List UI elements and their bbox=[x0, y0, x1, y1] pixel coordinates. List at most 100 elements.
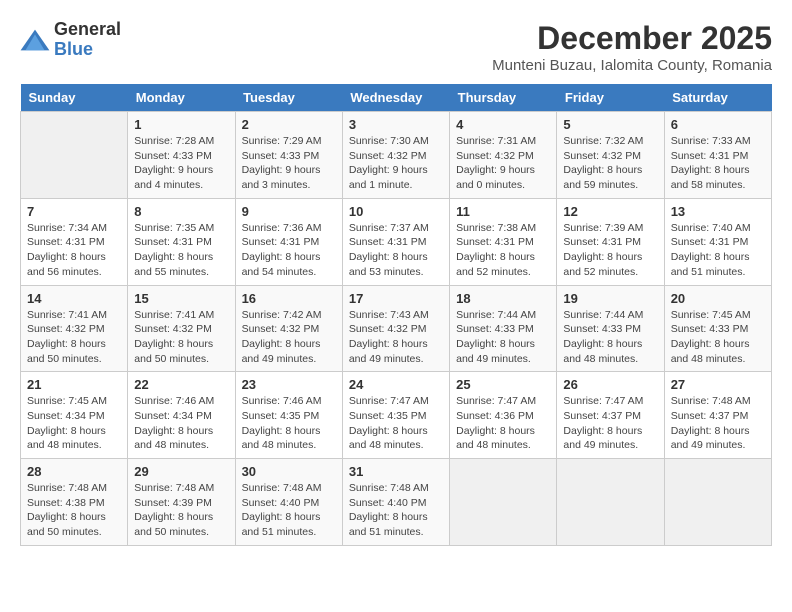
day-number: 3 bbox=[349, 117, 443, 132]
calendar-cell: 8 Sunrise: 7:35 AM Sunset: 4:31 PM Daylig… bbox=[128, 198, 235, 285]
header-sunday: Sunday bbox=[21, 84, 128, 112]
calendar-cell: 1Sunrise: 7:28 AM Sunset: 4:33 PM Daylig… bbox=[128, 112, 235, 199]
day-number: 4 bbox=[456, 117, 550, 132]
calendar-cell: 24 Sunrise: 7:47 AM Sunset: 4:35 PM Dayli… bbox=[342, 372, 449, 459]
header-monday: Monday bbox=[128, 84, 235, 112]
month-year-title: December 2025 bbox=[492, 20, 772, 57]
day-info: Sunrise: 7:47 AM Sunset: 4:35 PM Dayligh… bbox=[349, 394, 443, 453]
day-number: 16 bbox=[242, 291, 336, 306]
calendar-cell: 5Sunrise: 7:32 AM Sunset: 4:32 PM Daylig… bbox=[557, 112, 664, 199]
calendar-cell: 15 Sunrise: 7:41 AM Sunset: 4:32 PM Dayli… bbox=[128, 285, 235, 372]
calendar-cell: 11Sunrise: 7:38 AM Sunset: 4:31 PM Dayli… bbox=[450, 198, 557, 285]
week-row-1: 7 Sunrise: 7:34 AM Sunset: 4:31 PM Daylig… bbox=[21, 198, 772, 285]
day-number: 28 bbox=[27, 464, 121, 479]
day-number: 9 bbox=[242, 204, 336, 219]
calendar-cell: 12 Sunrise: 7:39 AM Sunset: 4:31 PM Dayli… bbox=[557, 198, 664, 285]
logo-text-blue: Blue bbox=[54, 40, 121, 60]
day-info: Sunrise: 7:45 AM Sunset: 4:33 PM Dayligh… bbox=[671, 308, 765, 367]
calendar-header-row: SundayMondayTuesdayWednesdayThursdayFrid… bbox=[21, 84, 772, 112]
day-info: Sunrise: 7:35 AM Sunset: 4:31 PM Dayligh… bbox=[134, 221, 228, 280]
calendar-cell: 16 Sunrise: 7:42 AM Sunset: 4:32 PM Dayli… bbox=[235, 285, 342, 372]
header-thursday: Thursday bbox=[450, 84, 557, 112]
day-number: 26 bbox=[563, 377, 657, 392]
calendar-cell bbox=[21, 112, 128, 199]
calendar-cell: 9Sunrise: 7:36 AM Sunset: 4:31 PM Daylig… bbox=[235, 198, 342, 285]
calendar-cell bbox=[450, 459, 557, 546]
day-number: 15 bbox=[134, 291, 228, 306]
calendar-cell: 13 Sunrise: 7:40 AM Sunset: 4:31 PM Dayli… bbox=[664, 198, 771, 285]
week-row-3: 21 Sunrise: 7:45 AM Sunset: 4:34 PM Dayli… bbox=[21, 372, 772, 459]
calendar-cell: 23Sunrise: 7:46 AM Sunset: 4:35 PM Dayli… bbox=[235, 372, 342, 459]
day-number: 19 bbox=[563, 291, 657, 306]
day-info: Sunrise: 7:37 AM Sunset: 4:31 PM Dayligh… bbox=[349, 221, 443, 280]
day-number: 14 bbox=[27, 291, 121, 306]
calendar-cell bbox=[557, 459, 664, 546]
day-number: 8 bbox=[134, 204, 228, 219]
day-number: 31 bbox=[349, 464, 443, 479]
logo-icon bbox=[20, 28, 50, 52]
day-number: 24 bbox=[349, 377, 443, 392]
calendar-cell: 14Sunrise: 7:41 AM Sunset: 4:32 PM Dayli… bbox=[21, 285, 128, 372]
day-number: 27 bbox=[671, 377, 765, 392]
day-info: Sunrise: 7:48 AM Sunset: 4:38 PM Dayligh… bbox=[27, 481, 121, 540]
day-number: 7 bbox=[27, 204, 121, 219]
calendar-cell: 20 Sunrise: 7:45 AM Sunset: 4:33 PM Dayli… bbox=[664, 285, 771, 372]
calendar-cell: 27 Sunrise: 7:48 AM Sunset: 4:37 PM Dayli… bbox=[664, 372, 771, 459]
calendar-cell: 25Sunrise: 7:47 AM Sunset: 4:36 PM Dayli… bbox=[450, 372, 557, 459]
day-info: Sunrise: 7:38 AM Sunset: 4:31 PM Dayligh… bbox=[456, 221, 550, 280]
calendar-table: SundayMondayTuesdayWednesdayThursdayFrid… bbox=[20, 84, 772, 546]
header-saturday: Saturday bbox=[664, 84, 771, 112]
logo: General Blue bbox=[20, 20, 121, 60]
calendar-cell bbox=[664, 459, 771, 546]
day-info: Sunrise: 7:42 AM Sunset: 4:32 PM Dayligh… bbox=[242, 308, 336, 367]
day-info: Sunrise: 7:48 AM Sunset: 4:39 PM Dayligh… bbox=[134, 481, 228, 540]
day-info: Sunrise: 7:48 AM Sunset: 4:40 PM Dayligh… bbox=[242, 481, 336, 540]
day-number: 12 bbox=[563, 204, 657, 219]
calendar-cell: 3 Sunrise: 7:30 AM Sunset: 4:32 PM Daylig… bbox=[342, 112, 449, 199]
day-info: Sunrise: 7:48 AM Sunset: 4:37 PM Dayligh… bbox=[671, 394, 765, 453]
header-tuesday: Tuesday bbox=[235, 84, 342, 112]
day-number: 17 bbox=[349, 291, 443, 306]
calendar-cell: 10 Sunrise: 7:37 AM Sunset: 4:31 PM Dayli… bbox=[342, 198, 449, 285]
day-number: 13 bbox=[671, 204, 765, 219]
calendar-cell: 22 Sunrise: 7:46 AM Sunset: 4:34 PM Dayli… bbox=[128, 372, 235, 459]
day-info: Sunrise: 7:47 AM Sunset: 4:37 PM Dayligh… bbox=[563, 394, 657, 453]
day-info: Sunrise: 7:47 AM Sunset: 4:36 PM Dayligh… bbox=[456, 394, 550, 453]
day-info: Sunrise: 7:44 AM Sunset: 4:33 PM Dayligh… bbox=[456, 308, 550, 367]
day-info: Sunrise: 7:34 AM Sunset: 4:31 PM Dayligh… bbox=[27, 221, 121, 280]
day-info: Sunrise: 7:43 AM Sunset: 4:32 PM Dayligh… bbox=[349, 308, 443, 367]
calendar-cell: 19 Sunrise: 7:44 AM Sunset: 4:33 PM Dayli… bbox=[557, 285, 664, 372]
calendar-cell: 4Sunrise: 7:31 AM Sunset: 4:32 PM Daylig… bbox=[450, 112, 557, 199]
calendar-cell: 21 Sunrise: 7:45 AM Sunset: 4:34 PM Dayli… bbox=[21, 372, 128, 459]
day-number: 30 bbox=[242, 464, 336, 479]
day-number: 6 bbox=[671, 117, 765, 132]
calendar-cell: 28 Sunrise: 7:48 AM Sunset: 4:38 PM Dayli… bbox=[21, 459, 128, 546]
calendar-cell: 6 Sunrise: 7:33 AM Sunset: 4:31 PM Daylig… bbox=[664, 112, 771, 199]
header-friday: Friday bbox=[557, 84, 664, 112]
calendar-cell: 29 Sunrise: 7:48 AM Sunset: 4:39 PM Dayli… bbox=[128, 459, 235, 546]
day-number: 29 bbox=[134, 464, 228, 479]
title-section: December 2025 Munteni Buzau, Ialomita Co… bbox=[492, 20, 772, 74]
day-info: Sunrise: 7:39 AM Sunset: 4:31 PM Dayligh… bbox=[563, 221, 657, 280]
week-row-2: 14 Sunrise: 7:41 AM Sunset: 4:32 PM Dayli… bbox=[21, 285, 772, 372]
calendar-cell: 30 Sunrise: 7:48 AM Sunset: 4:40 PM Dayli… bbox=[235, 459, 342, 546]
day-info: Sunrise: 7:44 AM Sunset: 4:33 PM Dayligh… bbox=[563, 308, 657, 367]
day-info: Sunrise: 7:40 AM Sunset: 4:31 PM Dayligh… bbox=[671, 221, 765, 280]
day-info: Sunrise: 7:41 AM Sunset: 4:32 PM Dayligh… bbox=[134, 308, 228, 367]
day-info: Sunrise: 7:30 AM Sunset: 4:32 PM Dayligh… bbox=[349, 134, 443, 193]
calendar-cell: 31 Sunrise: 7:48 AM Sunset: 4:40 PM Dayli… bbox=[342, 459, 449, 546]
day-number: 10 bbox=[349, 204, 443, 219]
location-subtitle: Munteni Buzau, Ialomita County, Romania bbox=[492, 57, 772, 74]
day-number: 22 bbox=[134, 377, 228, 392]
day-info: Sunrise: 7:33 AM Sunset: 4:31 PM Dayligh… bbox=[671, 134, 765, 193]
day-number: 23 bbox=[242, 377, 336, 392]
day-info: Sunrise: 7:48 AM Sunset: 4:40 PM Dayligh… bbox=[349, 481, 443, 540]
day-info: Sunrise: 7:32 AM Sunset: 4:32 PM Dayligh… bbox=[563, 134, 657, 193]
week-row-4: 28 Sunrise: 7:48 AM Sunset: 4:38 PM Dayli… bbox=[21, 459, 772, 546]
day-info: Sunrise: 7:45 AM Sunset: 4:34 PM Dayligh… bbox=[27, 394, 121, 453]
day-info: Sunrise: 7:46 AM Sunset: 4:34 PM Dayligh… bbox=[134, 394, 228, 453]
day-number: 20 bbox=[671, 291, 765, 306]
day-number: 2 bbox=[242, 117, 336, 132]
calendar-cell: 18Sunrise: 7:44 AM Sunset: 4:33 PM Dayli… bbox=[450, 285, 557, 372]
day-number: 21 bbox=[27, 377, 121, 392]
